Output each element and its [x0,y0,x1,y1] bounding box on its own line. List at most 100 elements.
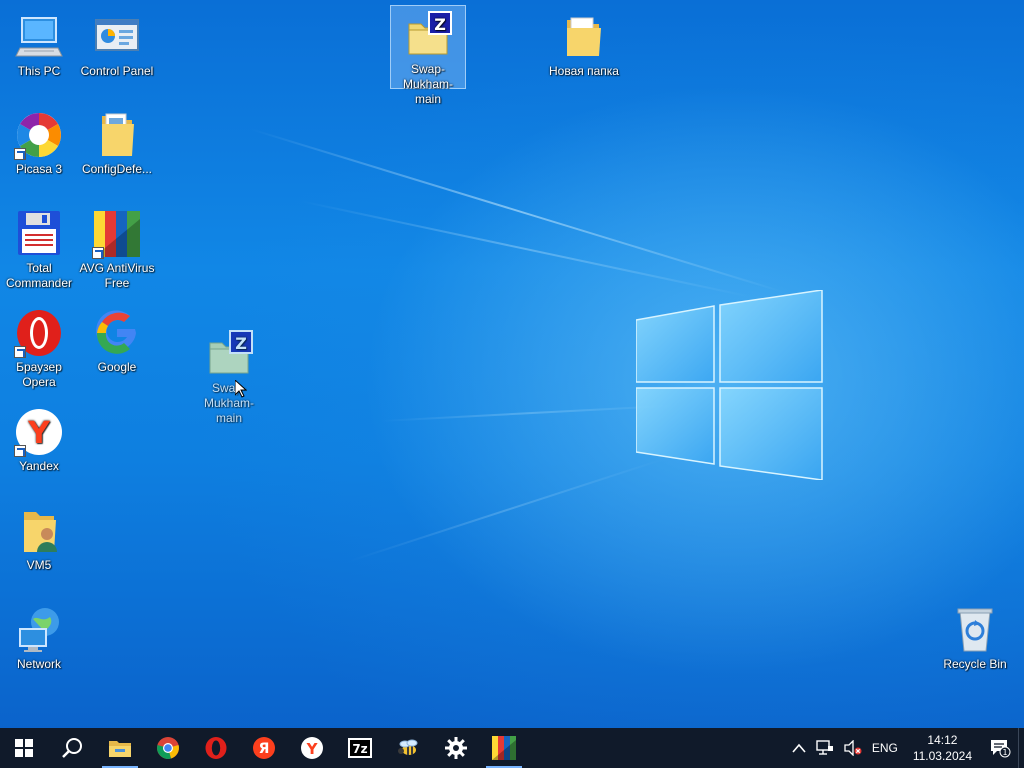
opera-icon [205,737,227,759]
notification-count: 1 [1002,748,1007,757]
desktop-icon-label: Total Commander [5,261,73,290]
svg-text:7z: 7z [352,742,367,756]
avg-icon [92,209,142,259]
floppy-disk-icon [14,209,64,259]
taskbar-settings[interactable] [432,728,480,768]
svg-text:Я: Я [259,741,270,757]
google-icon [92,308,142,358]
desktop-icon-label: AVG AntiVirus Free [79,261,155,290]
desktop-icon-label: VM5 [26,558,52,572]
desktop-icon-label: Новая папка [549,64,619,78]
yandex-browser-icon: Я [253,737,275,759]
desktop-icon-swap-zip[interactable]: Z Swap-Mukham-main [390,5,466,106]
start-button[interactable] [0,728,48,768]
desktop-icon-label: Swap-Mukham-main [402,62,453,106]
svg-text:Z: Z [235,334,247,353]
zip-archive-icon: Z [403,10,453,60]
desktop-icon-label: Picasa 3 [15,162,63,176]
desktop-icon-configdefe[interactable]: ConfigDefe... [79,106,155,177]
network-status-icon [816,740,833,755]
desktop-icon-label: Google [97,360,137,374]
bee-icon [398,739,418,755]
chrome-icon [157,737,179,759]
taskbar-7zip[interactable]: 7z [336,728,384,768]
system-tray: ENG 14:12 11.03.2024 1 [787,728,1024,768]
desktop-icon-label: ConfigDefe... [81,162,153,176]
gear-icon [445,737,467,759]
computer-icon [14,12,64,62]
desktop-icon-swap-zip-drag-preview[interactable]: Z Swap-Mukham-main [191,325,267,426]
desktop-icon-label: This PC [17,64,61,78]
light-beam [349,458,665,562]
notification-icon: 1 [991,740,1011,758]
taskbar-avg[interactable] [480,728,528,768]
search-icon [62,738,82,758]
shortcut-arrow-icon [14,346,26,358]
taskbar-app-bee[interactable] [384,728,432,768]
recycle-bin-icon [950,605,1000,655]
folder-icon [92,110,142,160]
yandex-icon: Y [14,407,64,457]
shortcut-arrow-icon [14,445,26,457]
tray-overflow-button[interactable] [787,728,811,768]
yandex-icon: Y [301,737,323,759]
language-indicator[interactable]: ENG [867,728,903,768]
avg-icon [492,736,516,760]
zip-archive-icon: Z [204,329,254,379]
action-center-button[interactable]: 1 [982,728,1018,768]
desktop-icon-control-panel[interactable]: Control Panel [79,8,155,79]
light-beam [299,200,751,298]
shortcut-arrow-icon [92,247,104,259]
clock-time: 14:12 [927,733,958,747]
taskbar-yandex-browser[interactable]: Я [240,728,288,768]
desktop-icon-picasa[interactable]: Picasa 3 [1,106,77,177]
taskbar-opera[interactable] [192,728,240,768]
desktop-icon-label: Браузер Opera [16,360,62,389]
folder-icon [109,741,131,757]
user-folder-icon [14,506,64,556]
light-beam [249,128,786,294]
windows-logo-icon [15,739,33,757]
desktop-icon-yandex[interactable]: Y Yandex [1,403,77,474]
desktop-icon-opera[interactable]: Браузер Opera [1,304,77,390]
shortcut-arrow-icon [14,148,26,160]
clock-date: 11.03.2024 [912,749,972,763]
show-desktop-button[interactable] [1018,728,1024,768]
desktop-icon-label: Network [16,657,61,671]
opera-icon [14,308,64,358]
chevron-up-icon [792,743,806,753]
desktop-icon-new-folder[interactable]: Новая папка [546,8,622,79]
volume-muted-icon [844,740,862,756]
mouse-pointer-icon [235,380,247,398]
desktop: This PC Control Panel Z Swap-Mukham-main… [0,0,1024,728]
svg-text:Y: Y [27,416,51,451]
light-beam [379,404,680,422]
taskbar-file-explorer[interactable] [96,728,144,768]
windows-wallpaper-logo [636,290,823,480]
folder-icon [559,12,609,62]
network-icon [14,605,64,655]
desktop-icon-avg[interactable]: AVG AntiVirus Free [79,205,155,291]
desktop-icon-network[interactable]: Network [1,601,77,672]
taskbar-yandex[interactable]: Y [288,728,336,768]
search-button[interactable] [48,728,96,768]
desktop-icon-total-commander[interactable]: Total Commander [1,205,77,291]
svg-text:Z: Z [434,15,446,34]
control-panel-icon [92,12,142,62]
tray-volume-button[interactable] [839,728,867,768]
taskbar: Я Y 7z ENG 14:12 11.03.2024 1 [0,728,1024,768]
clock[interactable]: 14:12 11.03.2024 [903,732,982,764]
desktop-icon-this-pc[interactable]: This PC [1,8,77,79]
desktop-icon-vm5[interactable]: VM5 [1,502,77,573]
desktop-icon-recycle-bin[interactable]: Recycle Bin [937,601,1013,672]
svg-text:Y: Y [306,740,319,758]
taskbar-chrome[interactable] [144,728,192,768]
7zip-icon: 7z [348,738,372,758]
desktop-icon-label: Recycle Bin [943,657,1007,671]
desktop-icon-label: Swap-Mukham-main [203,381,254,425]
picasa-icon [14,110,64,160]
desktop-icon-google[interactable]: Google [79,304,155,375]
tray-network-button[interactable] [811,728,839,768]
desktop-icon-label: Yandex [19,459,59,473]
desktop-icon-label: Control Panel [80,64,154,78]
